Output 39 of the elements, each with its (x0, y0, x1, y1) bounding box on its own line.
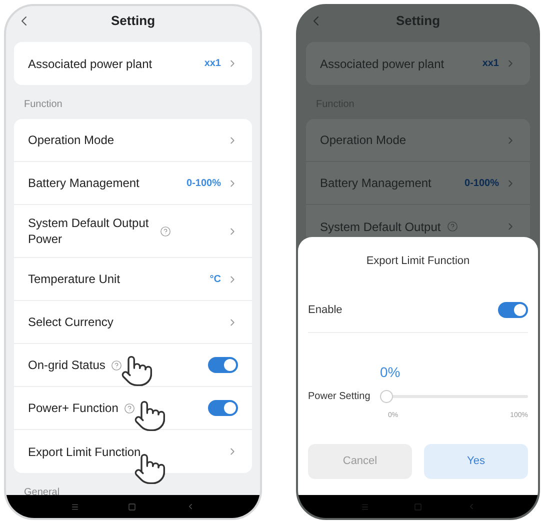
row-label: System Default Output (320, 218, 441, 234)
toggle-switch[interactable] (498, 302, 528, 318)
row-value: 0-100% (186, 176, 221, 190)
row-label: Battery Management (28, 175, 140, 191)
menu-icon[interactable] (70, 502, 79, 510)
section-heading: Function (23, 98, 64, 112)
screen-title: Setting (396, 12, 440, 30)
row-label: Operation Mode (28, 132, 114, 148)
help-icon[interactable] (160, 226, 171, 236)
row-value: 0-100% (464, 176, 499, 190)
row-label: On-grid Status (28, 357, 106, 373)
help-icon[interactable] (446, 221, 458, 232)
row-label: Temperature Unit (28, 271, 120, 287)
sheet-title: Export Limit Function (365, 254, 471, 269)
toggle-switch[interactable] (208, 357, 238, 373)
row-value: °C (210, 272, 221, 286)
row-label: Select Currency (28, 314, 114, 330)
power-reading: 0% (380, 363, 402, 382)
cancel-button[interactable]: Cancel (308, 444, 412, 478)
enable-label: Enable (308, 302, 342, 318)
row-label: System Default Output Power (28, 215, 150, 247)
row-label: Battery Management (320, 175, 432, 191)
help-icon[interactable] (111, 360, 122, 370)
row-label: Associated power plant (320, 56, 444, 72)
help-icon[interactable] (124, 402, 136, 414)
screen-title: Setting (110, 12, 156, 30)
power-slider[interactable] (380, 390, 528, 403)
slider-thumb[interactable] (380, 390, 393, 403)
row-label: Power+ Function (28, 400, 118, 416)
row-value: xx1 (482, 57, 499, 71)
confirm-button[interactable]: Yes (424, 444, 528, 478)
row-label: Export Limit Function (28, 444, 141, 460)
section-heading: General (23, 486, 61, 495)
slider-label: Power Setting (308, 390, 372, 404)
row-label: Associated power plant (28, 56, 152, 72)
row-label: Operation Mode (320, 132, 406, 148)
row-value: xx1 (204, 57, 221, 71)
toggle-switch[interactable] (208, 400, 238, 416)
home-icon[interactable] (128, 502, 136, 510)
